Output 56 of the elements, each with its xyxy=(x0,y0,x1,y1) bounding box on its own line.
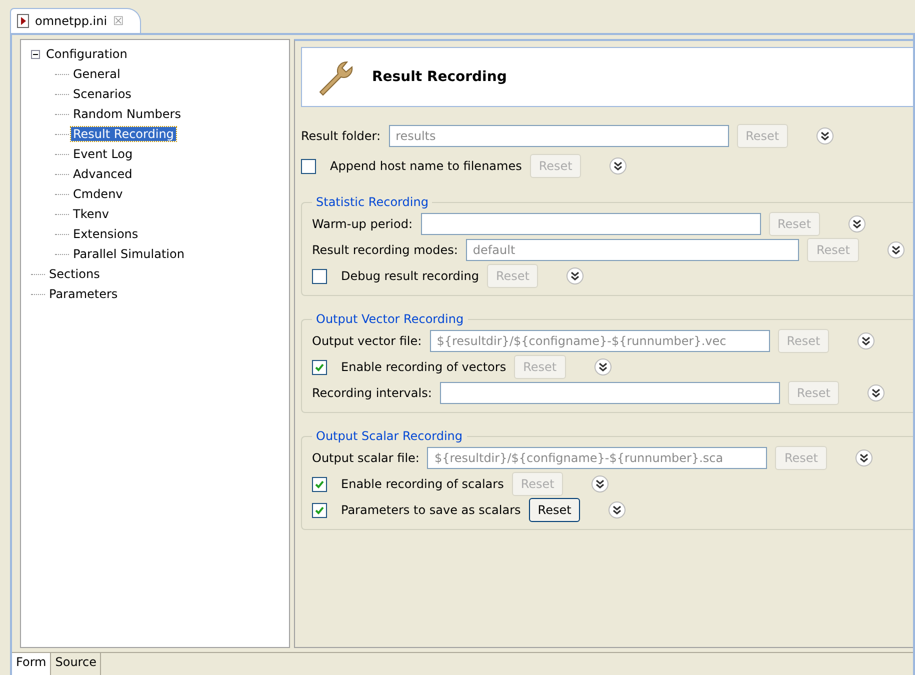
tree-item[interactable]: Event Log xyxy=(71,147,135,161)
checkbox[interactable] xyxy=(301,158,316,174)
tree-item[interactable]: Advanced xyxy=(71,167,134,181)
tree-item[interactable]: Tkenv xyxy=(71,207,111,221)
expand-icon[interactable] xyxy=(608,501,626,519)
expand-icon[interactable] xyxy=(591,475,610,493)
input-field[interactable]: default xyxy=(466,239,800,261)
field-label: Output vector file: xyxy=(312,334,422,348)
section-title: Statistic Recording xyxy=(315,195,430,209)
expand-icon[interactable] xyxy=(867,384,886,402)
editor-tab[interactable]: omnetpp.ini ☒ xyxy=(10,8,141,33)
expand-icon[interactable] xyxy=(816,127,834,145)
editor-page-tab[interactable]: Form xyxy=(12,653,52,675)
input-field[interactable]: results xyxy=(388,125,729,147)
field-label: Output scalar file: xyxy=(312,451,420,465)
checkbox-label: Debug result recording xyxy=(341,269,479,283)
tree-item[interactable]: Sections xyxy=(47,267,102,281)
tree-item[interactable]: Parameters xyxy=(47,287,120,301)
expand-icon[interactable] xyxy=(887,241,905,259)
input-field[interactable] xyxy=(440,382,780,404)
checkbox-label: Enable recording of vectors xyxy=(341,360,506,374)
checkbox[interactable] xyxy=(312,360,327,374)
expand-icon[interactable] xyxy=(566,267,584,285)
editor-page-tab[interactable]: Source xyxy=(51,653,102,675)
input-field[interactable]: ${resultdir}/${configname}-${runnumber}.sca xyxy=(427,447,768,469)
collapse-icon[interactable] xyxy=(31,50,40,58)
checkbox-label: Append host name to filenames xyxy=(330,159,522,173)
tree-item[interactable]: Random Numbers xyxy=(71,107,183,121)
checkbox-label: Parameters to save as scalars xyxy=(341,503,521,517)
field-label: Result folder: xyxy=(301,129,381,143)
reset-button[interactable]: Reset xyxy=(528,498,580,522)
checkbox-label: Enable recording of scalars xyxy=(341,477,504,491)
section-title: Output Scalar Recording xyxy=(315,429,464,443)
tree-item[interactable]: Parallel Simulation xyxy=(71,247,186,261)
page-title: Result Recording xyxy=(372,69,507,85)
checkbox[interactable] xyxy=(312,502,327,518)
tree-item[interactable]: Extensions xyxy=(71,227,140,241)
field-label: Result recording modes: xyxy=(312,243,458,257)
section-title: Output Vector Recording xyxy=(315,312,465,326)
checkbox[interactable] xyxy=(312,476,327,492)
tree-item[interactable]: Cmdenv xyxy=(71,187,125,201)
expand-icon[interactable] xyxy=(857,332,876,350)
field-label: Recording intervals: xyxy=(312,386,432,400)
expand-icon[interactable] xyxy=(609,157,628,175)
input-field[interactable]: ${resultdir}/${configname}-${runnumber}.vec xyxy=(430,330,770,352)
expand-icon[interactable] xyxy=(594,358,612,376)
tree-item[interactable]: Configuration xyxy=(44,47,130,61)
field-label: Warm-up period: xyxy=(312,217,412,231)
tree-item[interactable]: Scenarios xyxy=(71,87,134,101)
file-icon xyxy=(17,14,29,28)
checkbox[interactable] xyxy=(312,268,327,284)
tree-item[interactable]: General xyxy=(71,67,122,81)
expand-icon[interactable] xyxy=(855,449,873,467)
expand-icon[interactable] xyxy=(848,215,866,233)
input-field[interactable] xyxy=(420,213,760,235)
tree-item[interactable]: Result Recording xyxy=(71,127,176,141)
